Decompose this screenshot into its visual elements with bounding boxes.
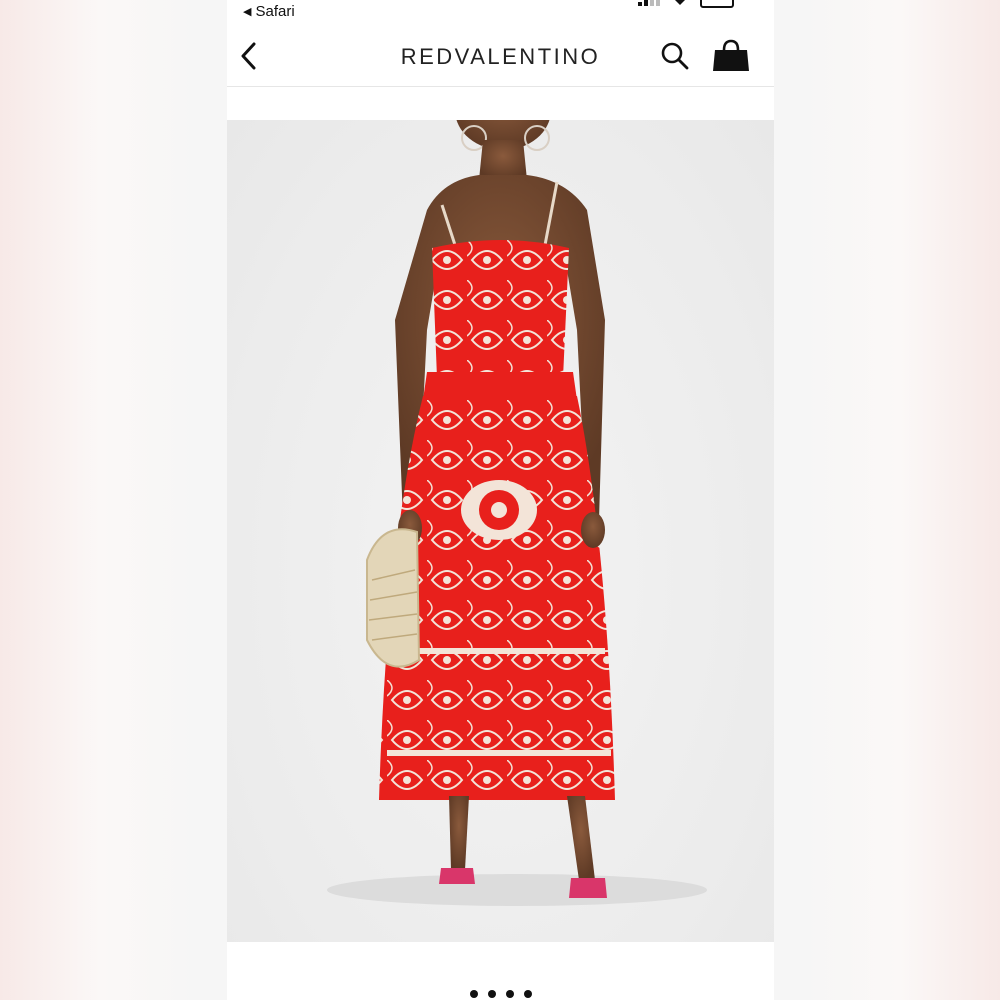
back-to-safari-link[interactable]: ◀ Safari <box>243 3 295 20</box>
carousel-dot[interactable] <box>523 990 532 998</box>
carousel-dot[interactable] <box>487 990 496 998</box>
model-dress-illustration <box>327 120 707 906</box>
phone-screen: ◀ Safari REDVALENTINO <box>227 0 774 1000</box>
navigation-bar: REDVALENTINO <box>227 30 774 87</box>
status-icons <box>638 0 734 8</box>
search-button[interactable] <box>659 40 691 72</box>
screenshot-stage: ◀ Safari REDVALENTINO <box>0 0 1000 1000</box>
brand-logo[interactable]: REDVALENTINO <box>227 44 774 70</box>
shopping-bag-icon <box>713 39 749 71</box>
carousel-dots[interactable] <box>227 990 774 998</box>
carousel-dot[interactable] <box>469 990 478 998</box>
battery-icon <box>700 0 734 8</box>
back-triangle-icon: ◀ <box>243 6 252 18</box>
shopping-bag-button[interactable] <box>711 38 751 72</box>
carousel-dot[interactable] <box>505 990 514 998</box>
search-icon <box>661 42 689 70</box>
status-bar: ◀ Safari <box>227 0 774 26</box>
cellular-signal-icon <box>638 0 660 6</box>
wifi-icon <box>675 0 685 5</box>
product-image[interactable] <box>227 120 774 942</box>
back-to-app-label: Safari <box>255 3 295 20</box>
